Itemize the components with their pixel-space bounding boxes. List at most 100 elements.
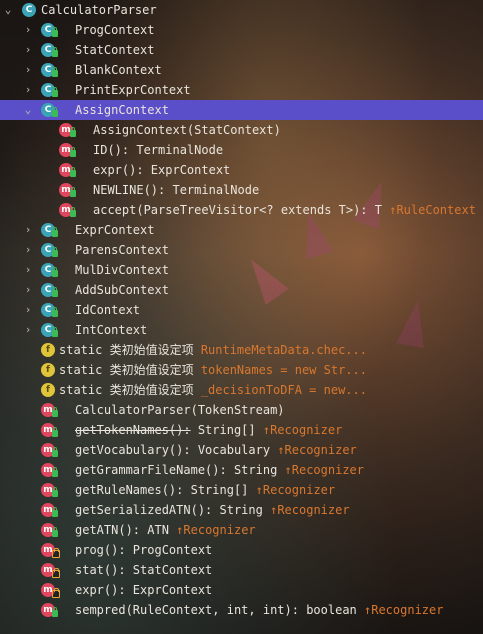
tree-item-sempred-rulecontext-int-int[interactable]: m sempred(RuleContext, int, int): boolean…	[0, 600, 483, 620]
tree-item-prog[interactable]: m prog(): ProgContext	[0, 540, 483, 560]
tree-item-label: AddSubContext	[75, 280, 169, 300]
tree-item-label: PrintExprContext	[75, 80, 191, 100]
member-name: AssignContext(StatContext)	[93, 123, 281, 137]
chevron-right-icon[interactable]: ›	[22, 220, 34, 240]
public-lock-icon	[52, 407, 58, 417]
tree-item-label: getSerializedATN(): String ↑Recognizer	[75, 500, 350, 520]
chevron-right-icon[interactable]: ›	[22, 300, 34, 320]
member-hint: ↑Recognizer	[270, 503, 350, 517]
public-lock-icon	[70, 207, 76, 217]
tree-item-static[interactable]: f static 类初始值设定项 _decisionToDFA = new...	[0, 380, 483, 400]
tree-item-getserializedatn[interactable]: m getSerializedATN(): String ↑Recognizer	[0, 500, 483, 520]
public-lock-icon	[52, 327, 58, 337]
tree-item-statcontext[interactable]: › C StatContext	[0, 40, 483, 60]
member-name: ParensContext	[75, 243, 169, 257]
tree-item-gettokennames[interactable]: m getTokenNames(): String[] ↑Recognizer	[0, 420, 483, 440]
member-name: getVocabulary():	[75, 443, 191, 457]
member-name: getSerializedATN():	[75, 503, 213, 517]
public-lock-icon	[52, 267, 58, 277]
tree-item-getatn[interactable]: m getATN(): ATN ↑Recognizer	[0, 520, 483, 540]
tree-item-intcontext[interactable]: › C IntContext	[0, 320, 483, 340]
public-lock-icon	[52, 87, 58, 97]
tree-item-assigncontext[interactable]: ⌄ C AssignContext	[0, 100, 483, 120]
member-name: StatContext	[75, 43, 155, 57]
member-type: boolean	[298, 603, 357, 617]
chevron-right-icon[interactable]: ›	[22, 260, 34, 280]
protected-lock-icon	[52, 568, 60, 578]
public-lock-icon	[52, 107, 58, 117]
tree-item-label: NEWLINE(): TerminalNode	[93, 180, 259, 200]
member-name: IdContext	[75, 303, 141, 317]
structure-tree: ⌄ C CalculatorParser › C ProgContext › C Stat…	[0, 0, 483, 620]
tree-item-calculatorparser-tokenstream[interactable]: m CalculatorParser(TokenStream)	[0, 400, 483, 420]
tree-item-stat[interactable]: m stat(): StatContext	[0, 560, 483, 580]
tree-item-getvocabulary[interactable]: m getVocabulary(): Vocabulary ↑Recognizer	[0, 440, 483, 460]
tree-item-newline[interactable]: m NEWLINE(): TerminalNode	[0, 180, 483, 200]
tree-item-label: accept(ParseTreeVisitor<? extends T>): T…	[93, 200, 476, 220]
chevron-right-icon[interactable]: ›	[22, 240, 34, 260]
protected-lock-icon	[52, 548, 60, 558]
member-name: MulDivContext	[75, 263, 169, 277]
member-type: TerminalNode	[165, 183, 260, 197]
tree-item-assigncontext-statcontext[interactable]: m AssignContext(StatContext)	[0, 120, 483, 140]
tree-item-label: ExprContext	[75, 220, 154, 240]
tree-item-expr[interactable]: m expr(): ExprContext	[0, 580, 483, 600]
tree-item-getgrammarfilename[interactable]: m getGrammarFileName(): String ↑Recognize…	[0, 460, 483, 480]
tree-item-addsubcontext[interactable]: › C AddSubContext	[0, 280, 483, 300]
tree-item-label: static 类初始值设定项 tokenNames = new Str...	[59, 360, 367, 380]
member-type: String[]	[190, 423, 256, 437]
member-name: CalculatorParser(TokenStream)	[75, 403, 285, 417]
tree-item-printexprcontext[interactable]: › C PrintExprContext	[0, 80, 483, 100]
chevron-down-icon[interactable]: ⌄	[2, 0, 14, 20]
member-name: expr():	[93, 163, 144, 177]
member-type: ProgContext	[125, 543, 213, 557]
member-type: T	[367, 203, 382, 217]
tree-item-id[interactable]: m ID(): TerminalNode	[0, 140, 483, 160]
member-name: getRuleNames():	[75, 483, 184, 497]
field-icon: f	[41, 343, 55, 357]
tree-item-accept-parsetreevisitor-extends-t[interactable]: m accept(ParseTreeVisitor<? extends T>): …	[0, 200, 483, 220]
tree-item-parenscontext[interactable]: › C ParensContext	[0, 240, 483, 260]
tree-item-progcontext[interactable]: › C ProgContext	[0, 20, 483, 40]
tree-item-label: getGrammarFileName(): String ↑Recognizer	[75, 460, 364, 480]
member-name: getATN():	[75, 523, 141, 537]
tree-item-label: ProgContext	[75, 20, 154, 40]
chevron-right-icon[interactable]: ›	[22, 80, 34, 100]
class-icon: C	[22, 3, 36, 17]
tree-item-exprcontext[interactable]: › C ExprContext	[0, 220, 483, 240]
chevron-right-icon[interactable]: ›	[22, 40, 34, 60]
tree-item-label: expr(): ExprContext	[93, 160, 230, 180]
public-lock-icon	[52, 507, 58, 517]
member-hint: _decisionToDFA = new...	[200, 383, 367, 397]
tree-root-calculator-parser[interactable]: ⌄ C CalculatorParser	[0, 0, 483, 20]
tree-item-static[interactable]: f static 类初始值设定项 RuntimeMetaData.chec...	[0, 340, 483, 360]
tree-item-label: static 类初始值设定项 RuntimeMetaData.chec...	[59, 340, 367, 360]
chevron-right-icon[interactable]: ›	[22, 20, 34, 40]
chevron-right-icon[interactable]: ›	[22, 60, 34, 80]
member-name: expr():	[75, 583, 126, 597]
field-icon: f	[41, 363, 55, 377]
tree-item-label: AssignContext	[75, 100, 169, 120]
member-name: IntContext	[75, 323, 148, 337]
tree-item-idcontext[interactable]: › C IdContext	[0, 300, 483, 320]
tree-item-label: ID(): TerminalNode	[93, 140, 223, 160]
chevron-right-icon[interactable]: ›	[22, 280, 34, 300]
member-type: Vocabulary	[190, 443, 271, 457]
tree-item-static[interactable]: f static 类初始值设定项 tokenNames = new Str...	[0, 360, 483, 380]
tree-item-label: sempred(RuleContext, int, int): boolean …	[75, 600, 443, 620]
chevron-down-icon[interactable]: ⌄	[22, 100, 34, 120]
member-name: ProgContext	[75, 23, 155, 37]
tree-item-label: getRuleNames(): String[] ↑Recognizer	[75, 480, 335, 500]
tree-item-muldivcontext[interactable]: › C MulDivContext	[0, 260, 483, 280]
member-name: AssignContext	[75, 103, 169, 117]
public-lock-icon	[52, 67, 58, 77]
tree-item-expr[interactable]: m expr(): ExprContext	[0, 160, 483, 180]
member-type: String[]	[183, 483, 249, 497]
public-lock-icon	[70, 187, 76, 197]
tree-item-blankcontext[interactable]: › C BlankContext	[0, 60, 483, 80]
chevron-right-icon[interactable]: ›	[22, 320, 34, 340]
tree-item-label: getATN(): ATN ↑Recognizer	[75, 520, 256, 540]
public-lock-icon	[52, 487, 58, 497]
tree-item-getrulenames[interactable]: m getRuleNames(): String[] ↑Recognizer	[0, 480, 483, 500]
member-name: static 类初始值设定项	[59, 383, 194, 397]
